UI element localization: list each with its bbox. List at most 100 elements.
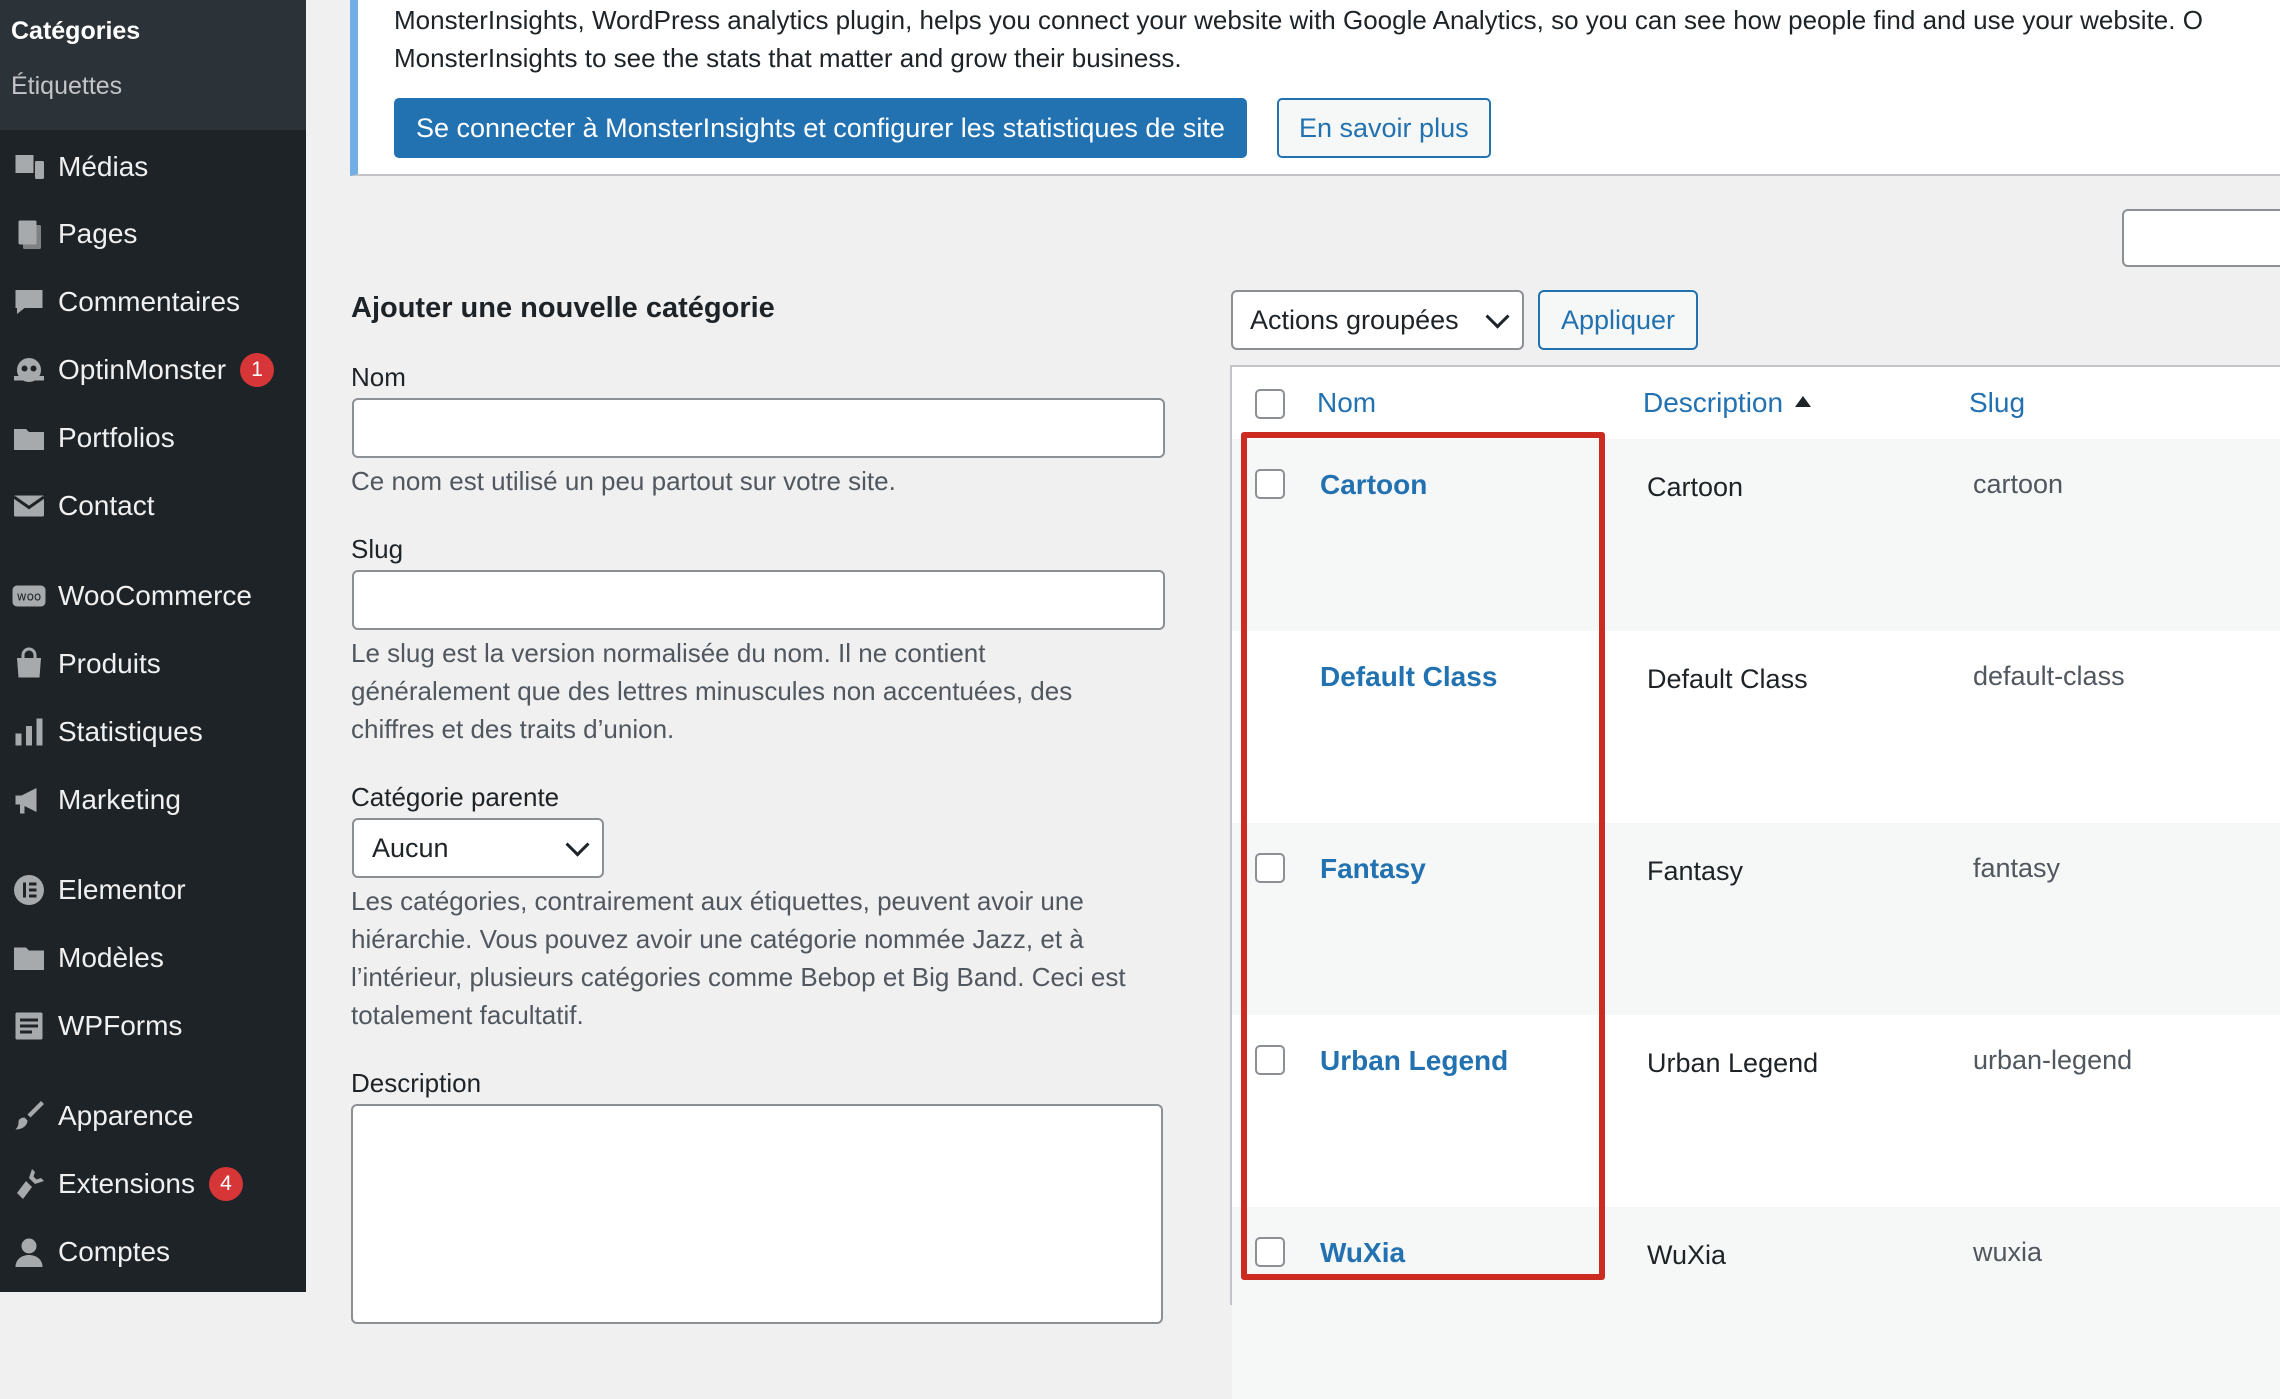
sidebar-item-products[interactable]: Produits xyxy=(0,636,306,692)
svg-text:woo: woo xyxy=(17,590,42,604)
sidebar-item-wpforms[interactable]: WPForms xyxy=(0,998,306,1054)
sidebar-item-label: WooCommerce xyxy=(58,580,252,611)
megaphone-icon xyxy=(0,782,58,818)
category-name-link[interactable]: Default Class xyxy=(1320,661,1497,693)
user-icon xyxy=(0,1234,58,1270)
brush-icon xyxy=(0,1098,58,1134)
table-row: WuXia WuXia wuxia xyxy=(1232,1207,2280,1399)
sidebar-item-label: Commentaires xyxy=(58,286,241,317)
sidebar-item-appearance[interactable]: Apparence xyxy=(0,1088,306,1144)
sidebar-item-label: Pages xyxy=(58,218,138,249)
category-description: Urban Legend xyxy=(1647,1048,1819,1078)
sidebar-item-label: Statistiques xyxy=(58,716,203,747)
category-name-link[interactable]: Fantasy xyxy=(1320,853,1426,885)
comments-icon xyxy=(0,284,58,320)
admin-sidebar: Catégories Étiquettes Médias Pages Comme… xyxy=(0,0,306,1292)
column-name-header[interactable]: Nom xyxy=(1317,387,1376,419)
notice-text-line2: MonsterInsights to see the stats that ma… xyxy=(394,43,1182,73)
parent-help-text: Les catégories, contrairement aux étique… xyxy=(351,886,1126,1030)
name-label: Nom xyxy=(351,362,406,392)
category-description: Cartoon xyxy=(1647,472,1744,502)
category-name-link[interactable]: Urban Legend xyxy=(1320,1045,1508,1077)
sidebar-item-marketing[interactable]: Marketing xyxy=(0,772,306,828)
posts-submenu: Catégories Étiquettes xyxy=(0,0,306,130)
category-description: Default Class xyxy=(1647,664,1808,694)
add-category-title: Ajouter une nouvelle catégorie xyxy=(351,292,775,324)
sidebar-item-users[interactable]: Comptes xyxy=(0,1224,306,1280)
submenu-item-tags[interactable]: Étiquettes xyxy=(11,72,122,101)
parent-category-label: Catégorie parente xyxy=(351,782,560,812)
table-row: Default Class Default Class default-clas… xyxy=(1232,631,2280,823)
folder-icon xyxy=(0,940,58,976)
category-slug: wuxia xyxy=(1973,1237,2043,1267)
column-description-label: Description xyxy=(1643,387,1784,418)
search-categories-input[interactable] xyxy=(2122,209,2280,267)
slug-field[interactable] xyxy=(352,570,1165,630)
column-slug-header[interactable]: Slug xyxy=(1969,387,2025,419)
notification-badge: 4 xyxy=(208,1167,243,1201)
category-slug: urban-legend xyxy=(1973,1045,2133,1075)
category-description: Fantasy xyxy=(1647,856,1744,886)
parent-category-select[interactable]: Aucun xyxy=(352,818,604,878)
connect-monsterinsights-button[interactable]: Se connecter à MonsterInsights et config… xyxy=(394,98,1247,158)
sidebar-item-optinmonster[interactable]: OptinMonster 1 xyxy=(0,342,306,398)
name-field[interactable] xyxy=(352,398,1165,458)
table-row: Fantasy Fantasy fantasy xyxy=(1232,823,2280,1015)
sidebar-item-label: Produits xyxy=(58,648,161,679)
sidebar-item-label: Médias xyxy=(58,151,149,182)
submenu-item-categories[interactable]: Catégories xyxy=(11,17,140,46)
pages-icon xyxy=(0,216,58,252)
column-description-header[interactable]: Description xyxy=(1643,387,1812,419)
sidebar-item-stats[interactable]: Statistiques xyxy=(0,704,306,760)
row-checkbox[interactable] xyxy=(1255,853,1285,883)
portfolio-icon xyxy=(0,420,58,456)
sidebar-item-templates[interactable]: Modèles xyxy=(0,930,306,986)
select-all-checkbox[interactable] xyxy=(1255,389,1285,419)
column-name-label: Nom xyxy=(1317,387,1377,418)
sidebar-item-media[interactable]: Médias xyxy=(0,139,306,195)
slug-label: Slug xyxy=(351,534,404,564)
row-checkbox[interactable] xyxy=(1255,469,1285,499)
description-label: Description xyxy=(351,1068,482,1098)
category-description: WuXia xyxy=(1647,1240,1727,1270)
category-slug: default-class xyxy=(1973,661,2125,691)
products-icon xyxy=(0,646,58,682)
sidebar-item-label: Apparence xyxy=(58,1100,194,1131)
sidebar-item-label: Portfolios xyxy=(58,422,175,453)
sidebar-item-pages[interactable]: Pages xyxy=(0,206,306,262)
learn-more-button[interactable]: En savoir plus xyxy=(1277,98,1491,158)
sidebar-item-plugins[interactable]: Extensions 4 xyxy=(0,1156,306,1212)
sidebar-item-label: Elementor xyxy=(58,874,186,905)
category-name-link[interactable]: WuXia xyxy=(1320,1237,1405,1269)
category-slug: cartoon xyxy=(1973,469,2064,499)
wpforms-icon xyxy=(0,1008,58,1044)
sidebar-item-comments[interactable]: Commentaires xyxy=(0,274,306,330)
sidebar-item-label: Extensions xyxy=(58,1168,195,1199)
sidebar-item-contact[interactable]: Contact xyxy=(0,478,306,534)
parent-category-value: Aucun xyxy=(372,832,449,863)
notice-text-line1: MonsterInsights, WordPress analytics plu… xyxy=(394,5,2203,35)
name-help-text: Ce nom est utilisé un peu partout sur vo… xyxy=(351,466,896,496)
woocommerce-icon: woo xyxy=(0,578,58,614)
description-textarea[interactable] xyxy=(351,1104,1163,1324)
sidebar-item-elementor[interactable]: Elementor xyxy=(0,862,306,918)
stats-icon xyxy=(0,714,58,750)
chevron-down-icon xyxy=(1485,304,1510,329)
bulk-actions-value: Actions groupées xyxy=(1250,304,1459,335)
apply-button[interactable]: Appliquer xyxy=(1538,290,1698,350)
mail-icon xyxy=(0,488,58,524)
slug-help-text: Le slug est la version normalisée du nom… xyxy=(351,638,1073,744)
sidebar-item-portfolios[interactable]: Portfolios xyxy=(0,410,306,466)
sidebar-item-woocommerce[interactable]: woo WooCommerce xyxy=(0,568,306,624)
row-checkbox[interactable] xyxy=(1255,1237,1285,1267)
notification-badge: 1 xyxy=(240,353,275,387)
sidebar-item-label: Contact xyxy=(58,490,155,521)
row-checkbox[interactable] xyxy=(1255,1045,1285,1075)
optinmonster-icon xyxy=(0,352,58,388)
category-name-link[interactable]: Cartoon xyxy=(1320,469,1427,501)
table-row: Cartoon Cartoon cartoon xyxy=(1232,439,2280,631)
sidebar-item-label: Modèles xyxy=(58,942,164,973)
sidebar-item-label: Comptes xyxy=(58,1236,171,1267)
bulk-actions-select[interactable]: Actions groupées xyxy=(1231,290,1524,350)
chevron-down-icon xyxy=(565,832,590,857)
